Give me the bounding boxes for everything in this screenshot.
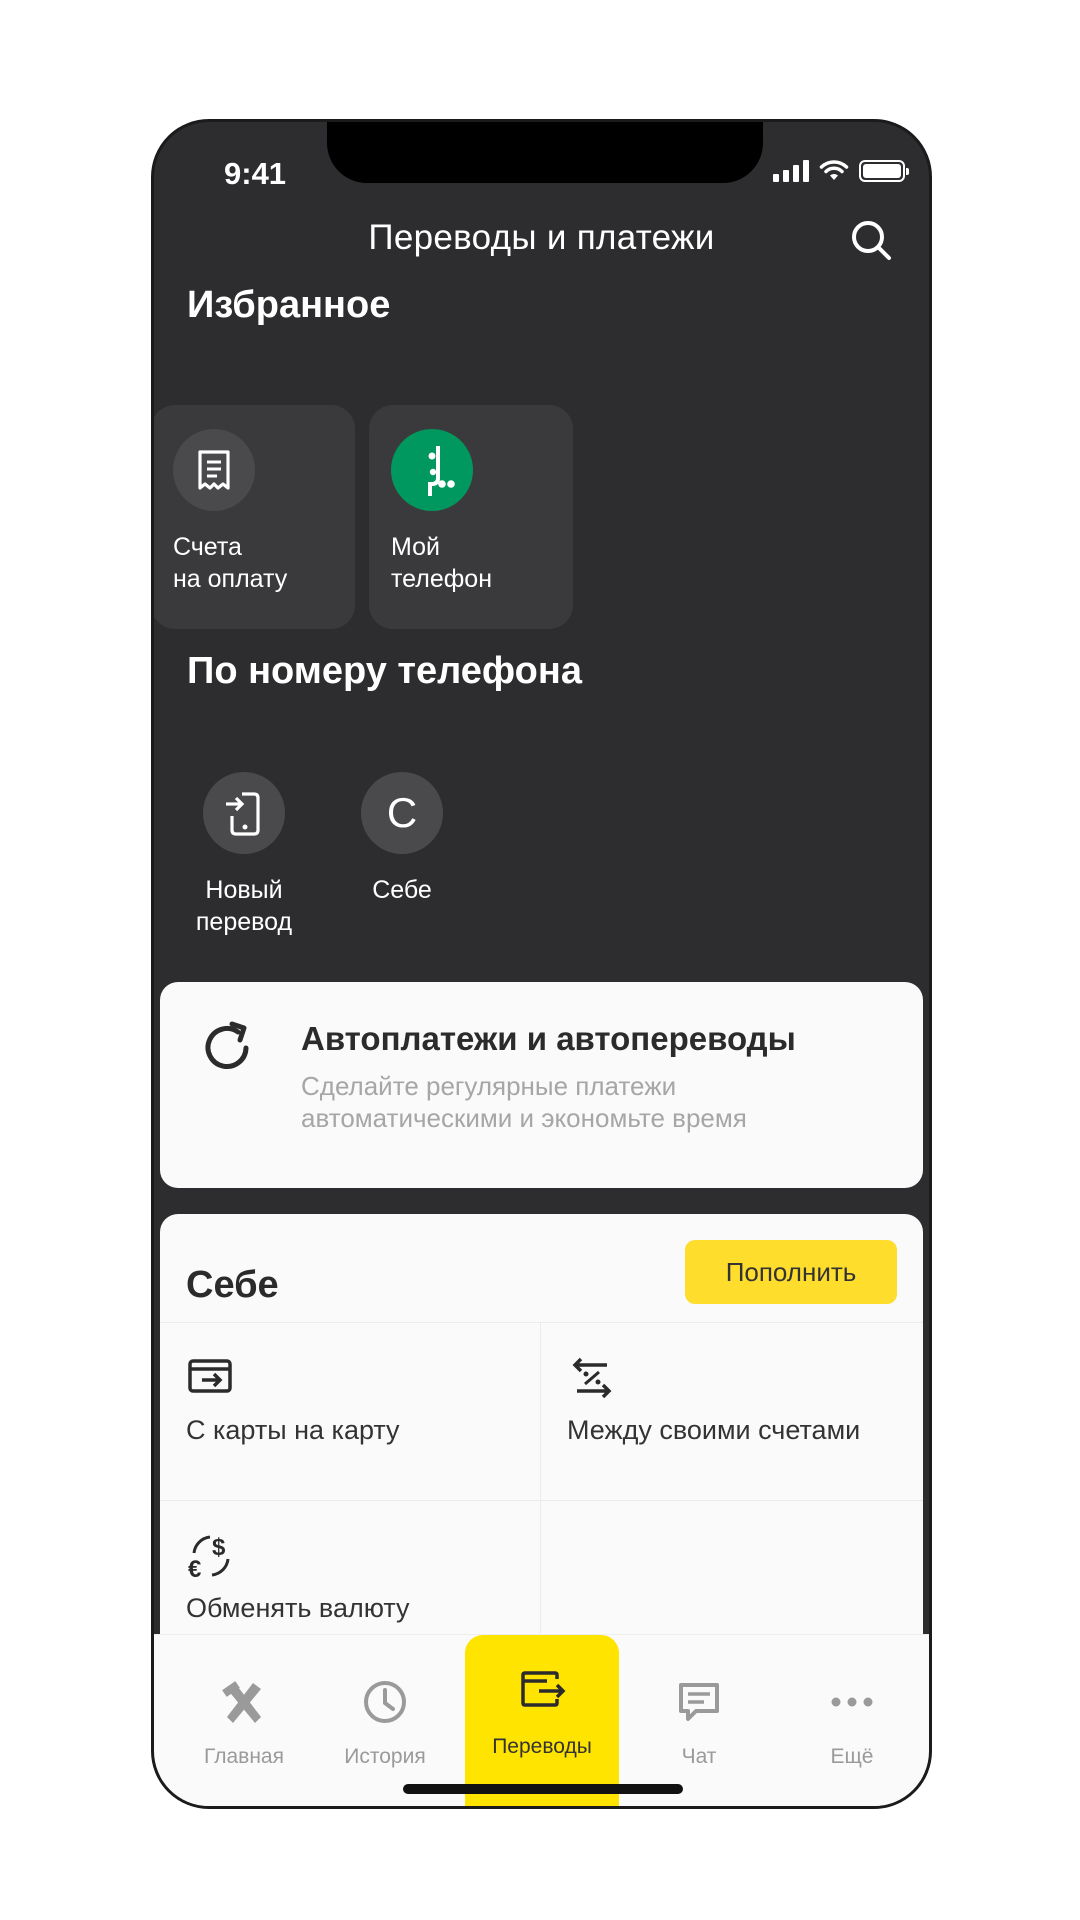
contact-label: Себе: [372, 876, 432, 904]
phone-frame: 9:41 Переводы и платежи Избранное Счета …: [151, 119, 932, 1809]
favorite-label: Мой телефон: [391, 533, 493, 593]
transfers-icon: [521, 1671, 566, 1707]
status-time: 9:41: [224, 156, 287, 191]
home-icon: [222, 1681, 261, 1723]
search-icon[interactable]: [847, 216, 895, 264]
tab-label: История: [344, 1745, 426, 1768]
contact-self[interactable]: С Себе: [332, 772, 472, 906]
tab-more[interactable]: Ещё: [777, 1635, 927, 1806]
signal-icon: [773, 160, 809, 182]
contact-label: Новый перевод: [195, 876, 293, 936]
currency-exchange-label: Обменять валюту: [186, 1593, 410, 1623]
self-title: Себе: [186, 1264, 279, 1306]
favorite-bills[interactable]: Счета на оплату: [154, 405, 355, 629]
favorites-title: Избранное: [187, 284, 391, 326]
tab-chat[interactable]: Чат: [624, 1635, 774, 1806]
megafon-logo-icon: [391, 429, 473, 511]
tab-label: Ещё: [830, 1745, 874, 1768]
topup-button[interactable]: Пополнить: [685, 1240, 897, 1304]
battery-icon: [859, 160, 909, 182]
favorite-label: Счета на оплату: [173, 533, 288, 593]
autopay-card[interactable]: Автоплатежи и автопереводы Сделайте регу…: [160, 982, 923, 1188]
receipt-icon: [173, 429, 255, 511]
tab-label: Переводы: [492, 1735, 592, 1758]
new-transfer-button[interactable]: Новый перевод: [174, 772, 314, 938]
between-accounts-label: Между своими счетами: [567, 1415, 861, 1445]
page-title: Переводы и платежи: [368, 218, 715, 257]
between-accounts-item[interactable]: Между своими счетами: [541, 1322, 923, 1500]
tab-transfers[interactable]: Переводы: [465, 1635, 619, 1806]
currency-exchange-icon: $ €: [188, 1534, 230, 1581]
avatar: С: [361, 772, 443, 854]
notch: [327, 122, 763, 183]
tab-home[interactable]: Главная: [169, 1635, 319, 1806]
status-icons: [773, 160, 909, 182]
wifi-icon: [819, 160, 849, 180]
clock-icon: [364, 1681, 406, 1723]
autopay-title: Автоплатежи и автопереводы: [301, 1020, 796, 1057]
tab-history[interactable]: История: [310, 1635, 460, 1806]
card-to-card-item[interactable]: С карты на карту: [160, 1322, 541, 1500]
card-to-card-label: С карты на карту: [186, 1415, 400, 1445]
chat-icon: [679, 1683, 719, 1721]
favorite-my-phone[interactable]: Мой телефон: [369, 405, 573, 629]
refresh-icon: [205, 1021, 249, 1069]
home-indicator: [403, 1784, 683, 1794]
tab-bar: Главная История Переводы Чат Ещё: [154, 1634, 929, 1806]
svg-text:$: $: [212, 1534, 226, 1561]
more-icon: [831, 1697, 873, 1707]
phone-transfer-icon: [203, 772, 285, 854]
svg-text:€: €: [188, 1556, 201, 1581]
by-phone-title: По номеру телефона: [187, 650, 582, 692]
between-accounts-icon: [572, 1357, 612, 1399]
tab-label: Чат: [681, 1745, 717, 1768]
autopay-subtitle: Сделайте регулярные платежи автоматическ…: [301, 1071, 747, 1133]
tab-label: Главная: [204, 1745, 284, 1768]
card-to-card-icon: [188, 1359, 232, 1393]
